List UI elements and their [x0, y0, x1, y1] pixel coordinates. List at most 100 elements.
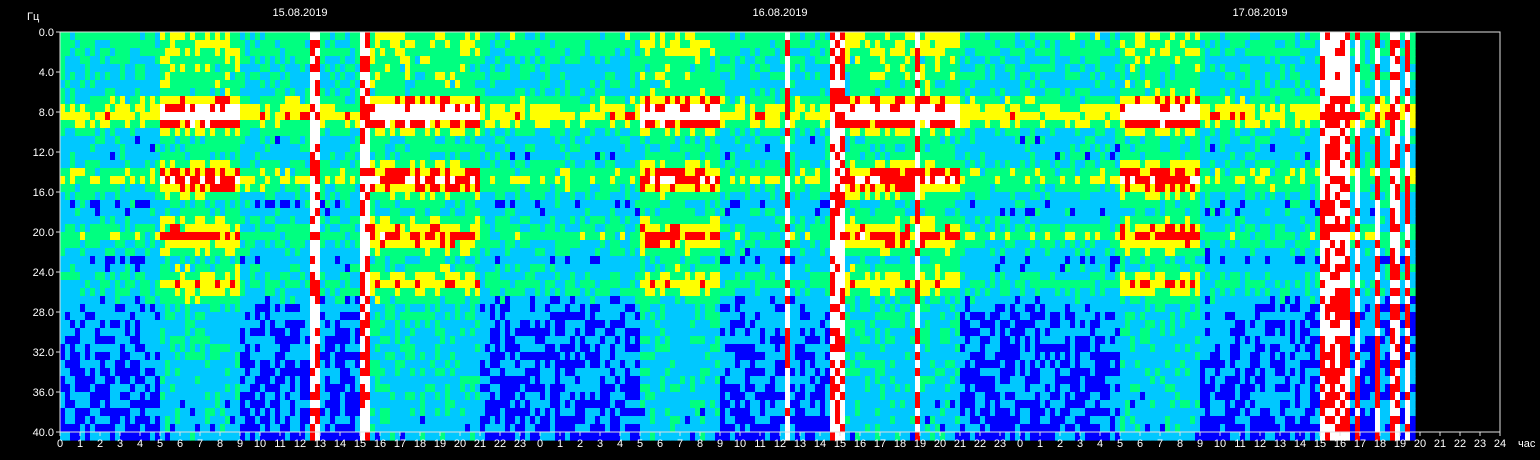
heatmap-cell [195, 272, 201, 281]
heatmap-cell [360, 368, 366, 377]
heatmap-cell [540, 224, 546, 233]
heatmap-cell [130, 216, 136, 225]
heatmap-cell [130, 232, 136, 241]
heatmap-cell [230, 176, 236, 185]
heatmap-cell [100, 216, 106, 225]
heatmap-cell [420, 368, 426, 377]
heatmap-cell [385, 192, 391, 201]
heatmap-cell [225, 104, 231, 113]
heatmap-cell [395, 192, 401, 201]
heatmap-cell [300, 232, 306, 241]
heatmap-cell [105, 352, 111, 361]
heatmap-cell [120, 144, 126, 153]
heatmap-cell [350, 328, 356, 337]
heatmap-cell [295, 256, 301, 265]
heatmap-cell [525, 176, 531, 185]
heatmap-cell [320, 416, 326, 425]
heatmap-cell [450, 400, 456, 409]
heatmap-cell [535, 328, 541, 337]
heatmap-cell [480, 368, 486, 377]
heatmap-cell [230, 256, 236, 265]
heatmap-cell [455, 160, 461, 169]
heatmap-cell [485, 256, 491, 265]
heatmap-cell [445, 328, 451, 337]
heatmap-cell [330, 112, 336, 121]
heatmap-cell [180, 32, 186, 41]
heatmap-cell [480, 328, 486, 337]
heatmap-cell [195, 352, 201, 361]
heatmap-cell [375, 264, 381, 273]
heatmap-cell [110, 216, 116, 225]
heatmap-cell [410, 280, 416, 289]
heatmap-cell [435, 256, 441, 265]
heatmap-cell [515, 104, 521, 113]
heatmap-cell [520, 224, 526, 233]
heatmap-cell [515, 144, 521, 153]
heatmap-cell [495, 224, 501, 233]
heatmap-cell [190, 144, 196, 153]
heatmap-cell [195, 336, 201, 345]
heatmap-cell [495, 256, 501, 265]
heatmap-cell [175, 120, 181, 129]
heatmap-cell [400, 32, 406, 41]
heatmap-cell [460, 280, 466, 289]
heatmap-cell [145, 136, 151, 145]
heatmap-cell [270, 48, 276, 57]
heatmap-cell [100, 208, 106, 217]
heatmap-cell [260, 352, 266, 361]
heatmap-cell [405, 80, 411, 89]
heatmap-cell [145, 176, 151, 185]
heatmap-cell [505, 176, 511, 185]
heatmap-cell [250, 264, 256, 273]
heatmap-cell [250, 280, 256, 289]
heatmap-cell [345, 368, 351, 377]
heatmap-cell [340, 184, 346, 193]
heatmap-cell [305, 232, 311, 241]
heatmap-cell [365, 112, 371, 121]
heatmap-cell [395, 160, 401, 169]
heatmap-cell [140, 352, 146, 361]
heatmap-cell [80, 128, 86, 137]
heatmap-cell [525, 376, 531, 385]
heatmap-cell [280, 104, 286, 113]
heatmap-cell [440, 376, 446, 385]
heatmap-cell [265, 96, 271, 105]
heatmap-cell [375, 128, 381, 137]
heatmap-cell [395, 40, 401, 49]
heatmap-cell [525, 304, 531, 313]
heatmap-cell [270, 352, 276, 361]
heatmap-cell [150, 432, 156, 441]
heatmap-cell [315, 72, 321, 81]
heatmap-cell [105, 72, 111, 81]
heatmap-cell [110, 392, 116, 401]
heatmap-cell [430, 272, 436, 281]
heatmap-cell [80, 400, 86, 409]
heatmap-cell [425, 416, 431, 425]
heatmap-cell [510, 152, 516, 161]
heatmap-cell [210, 352, 216, 361]
heatmap-cell [375, 176, 381, 185]
heatmap-cell [315, 336, 321, 345]
heatmap-cell [230, 320, 236, 329]
heatmap-cell [485, 288, 491, 297]
heatmap-cell [200, 360, 206, 369]
heatmap-cell [440, 72, 446, 81]
heatmap-cell [435, 224, 441, 233]
heatmap-cell [100, 312, 106, 321]
heatmap-cell [535, 296, 541, 305]
heatmap-cell [215, 248, 221, 257]
heatmap-cell [485, 224, 491, 233]
heatmap-cell [495, 232, 501, 241]
heatmap-cell [230, 48, 236, 57]
heatmap-cell [100, 288, 106, 297]
heatmap-cell [205, 40, 211, 49]
heatmap-cell [175, 88, 181, 97]
heatmap-cell [430, 288, 436, 297]
heatmap-cell [140, 216, 146, 225]
heatmap-cell [315, 352, 321, 361]
heatmap-cell [400, 80, 406, 89]
heatmap-cell [115, 144, 121, 153]
heatmap-cell [210, 240, 216, 249]
heatmap-cell [90, 32, 96, 41]
heatmap-cell [245, 112, 251, 121]
